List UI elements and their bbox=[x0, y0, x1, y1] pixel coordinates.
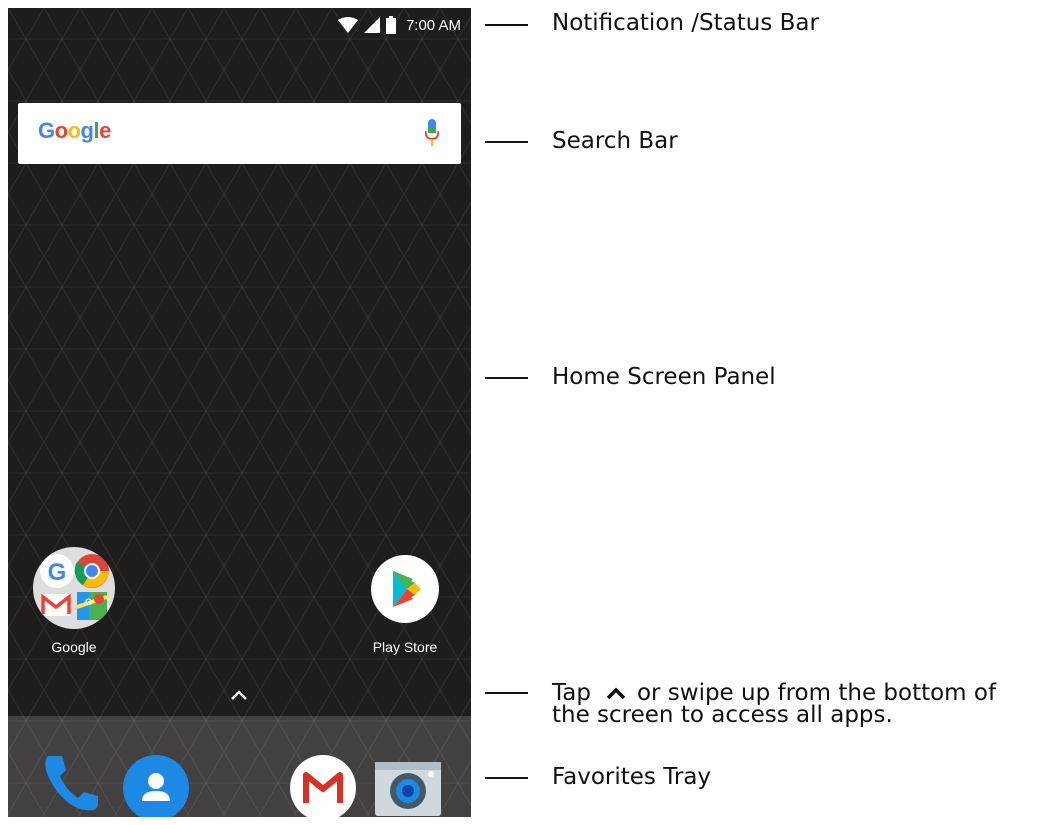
phone-screen: 7:00 AM Google G G Google Play Store bbox=[8, 8, 471, 817]
app-label-play-store: Play Store bbox=[372, 639, 438, 655]
signal-icon bbox=[363, 17, 380, 33]
play-store-icon[interactable] bbox=[371, 555, 439, 623]
svg-text:G: G bbox=[48, 559, 67, 586]
google-folder-contents-icon: G G bbox=[40, 554, 109, 620]
microphone-icon[interactable] bbox=[425, 119, 439, 149]
chevron-up-icon bbox=[606, 687, 626, 700]
callout-status-bar: Notification /Status Bar bbox=[552, 10, 819, 36]
phone-icon[interactable] bbox=[40, 750, 104, 814]
callout-line-favorites bbox=[485, 777, 528, 779]
google-logo: Google bbox=[38, 118, 111, 143]
status-bar[interactable]: 7:00 AM bbox=[8, 8, 471, 42]
wifi-icon bbox=[337, 17, 358, 33]
callout-app-drawer: Tap or swipe up from the bottom of the s… bbox=[552, 680, 996, 728]
favorites-tray bbox=[8, 716, 471, 817]
status-time: 7:00 AM bbox=[405, 16, 461, 34]
callout-favorites: Favorites Tray bbox=[552, 764, 712, 790]
callout-search-bar: Search Bar bbox=[552, 128, 678, 154]
callout-line-status-bar bbox=[485, 24, 528, 26]
camera-icon[interactable] bbox=[373, 756, 443, 817]
app-drawer-chevron-icon[interactable] bbox=[230, 688, 248, 702]
google-search-bar[interactable]: Google bbox=[18, 103, 461, 164]
gmail-m-icon bbox=[303, 772, 343, 803]
gmail-icon[interactable] bbox=[290, 755, 356, 817]
person-icon bbox=[142, 773, 170, 801]
contacts-icon[interactable] bbox=[123, 755, 189, 817]
play-triangle-icon bbox=[393, 571, 421, 607]
app-label-google: Google bbox=[51, 639, 97, 655]
callout-line-home-panel bbox=[485, 377, 528, 379]
status-icons: 7:00 AM bbox=[337, 14, 461, 36]
callout-home-panel: Home Screen Panel bbox=[552, 364, 776, 390]
google-folder-icon[interactable]: G G bbox=[33, 547, 115, 629]
battery-icon bbox=[385, 16, 396, 34]
svg-text:G: G bbox=[85, 597, 92, 607]
callout-line-app-drawer bbox=[485, 692, 528, 694]
callout-line-search-bar bbox=[485, 141, 528, 143]
